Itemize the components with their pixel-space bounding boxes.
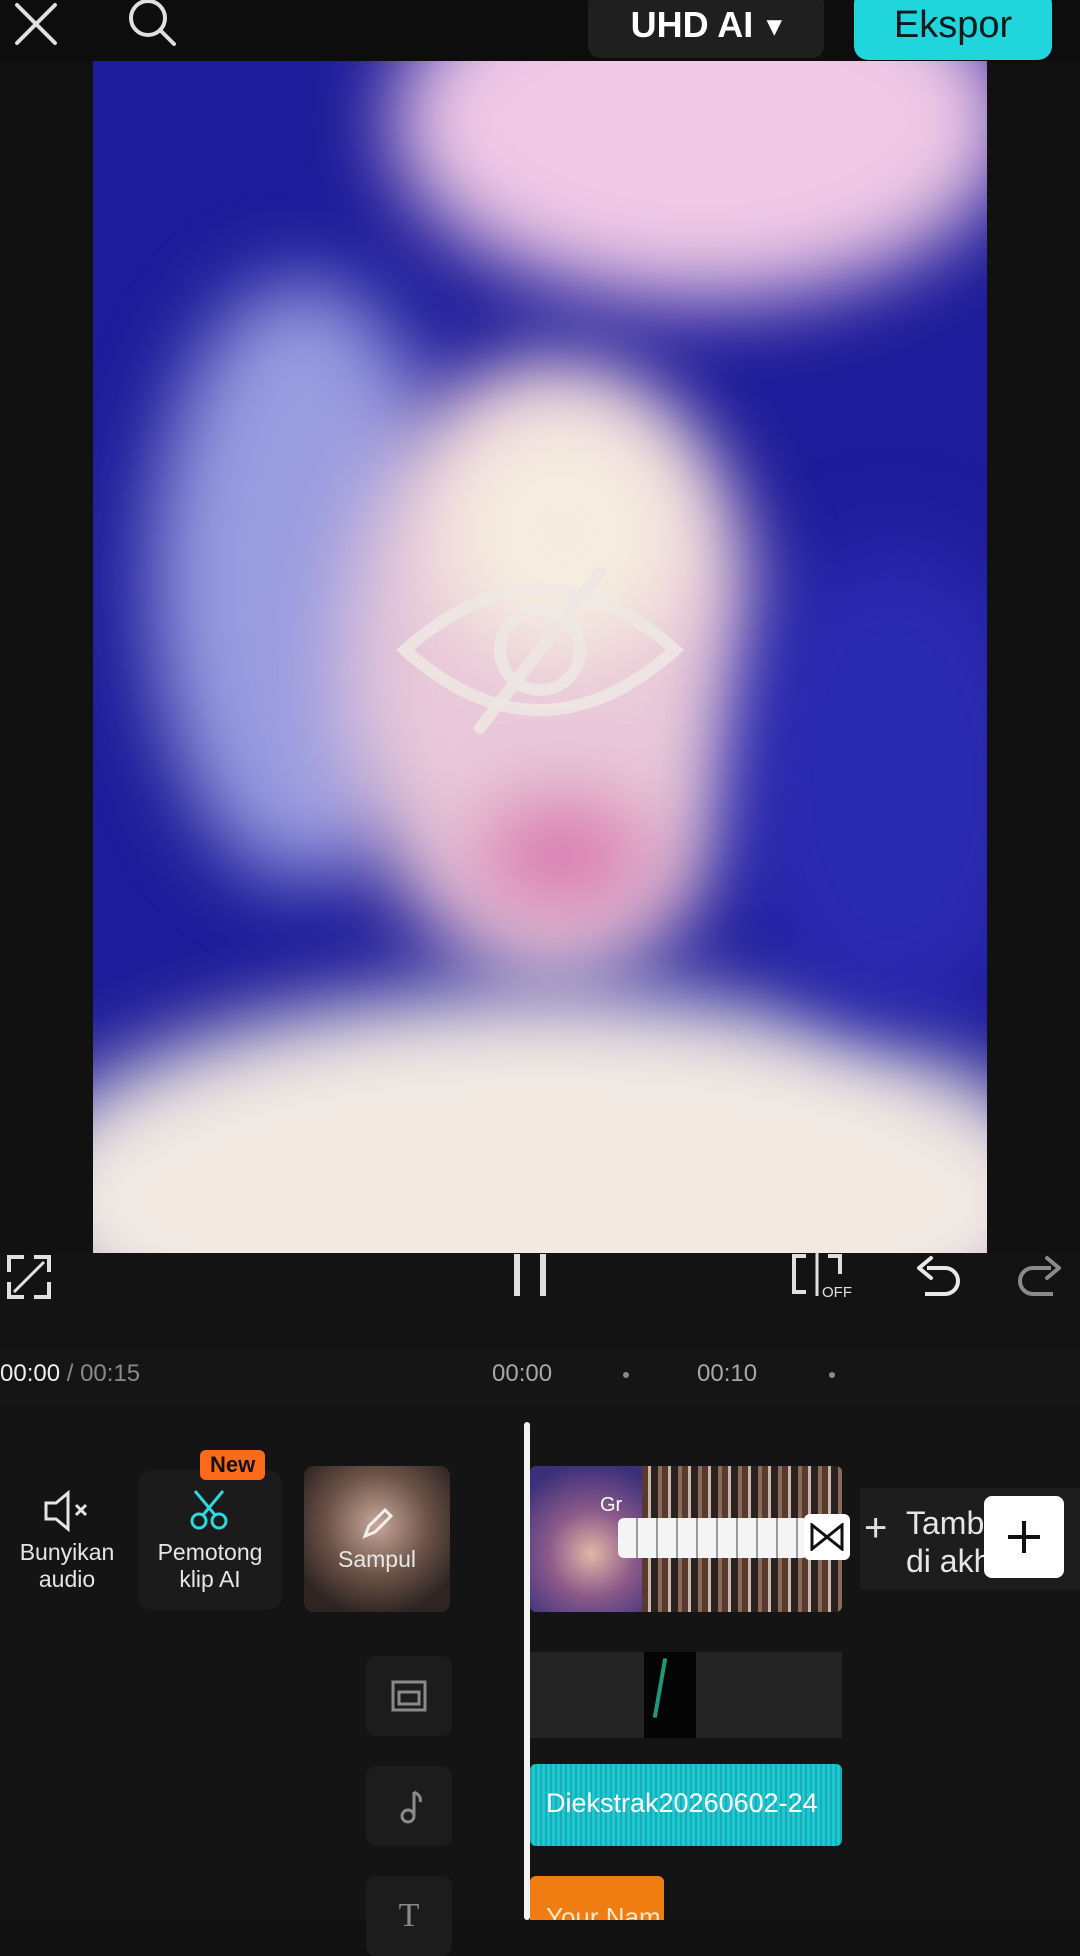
quality-label: UHD AI — [630, 4, 754, 45]
redo-icon — [1018, 1256, 1061, 1296]
music-note-icon — [400, 1790, 422, 1824]
pencil-icon — [362, 1507, 394, 1539]
quality-selector[interactable]: UHD AI ▾ — [588, 0, 824, 58]
cover-label: Sampul — [338, 1545, 416, 1572]
ruler-dot — [829, 1372, 835, 1378]
chevron-down-icon: ▾ — [767, 9, 782, 41]
new-badge: New — [200, 1450, 266, 1480]
pause-button[interactable] — [500, 1250, 560, 1300]
overlay-clip[interactable] — [644, 1652, 696, 1738]
mute-audio-label: Bunyikan audio — [19, 1539, 115, 1592]
close-button[interactable] — [6, 0, 66, 54]
current-time: 00:00 — [0, 1360, 61, 1387]
speaker-mute-icon — [44, 1489, 88, 1533]
pause-icon — [514, 1254, 546, 1296]
text-lane-button[interactable]: T — [366, 1876, 452, 1956]
preview-blur-bottom — [93, 991, 987, 1253]
ruler-tick-label: 00:10 — [697, 1360, 758, 1387]
text-clip[interactable]: Your Nam — [530, 1876, 664, 1920]
preview-blur-light — [393, 61, 987, 301]
fullscreen-button[interactable] — [4, 1252, 54, 1302]
audio-clip[interactable]: Diekstrak20260602-24 — [530, 1764, 842, 1846]
transition-icon — [810, 1523, 844, 1551]
add-media-button[interactable] — [984, 1496, 1064, 1578]
preview-blur-right — [733, 541, 987, 1021]
overlay-lane-icon — [391, 1680, 427, 1712]
transition-button[interactable] — [804, 1514, 850, 1560]
cover-button[interactable]: Sampul — [304, 1466, 450, 1612]
ruler-tick-label: 00:00 — [492, 1360, 553, 1387]
clip-trim-handles[interactable] — [618, 1518, 808, 1558]
ruler-dot — [623, 1372, 629, 1378]
video-clip[interactable]: Gr — [530, 1466, 842, 1612]
total-time: 00:15 — [80, 1360, 141, 1387]
close-icon — [15, 3, 57, 45]
search-icon — [129, 0, 176, 46]
export-label: Ekspor — [893, 3, 1013, 46]
ai-clip-cutter-label: Pemotong klip AI — [157, 1539, 263, 1592]
music-lane-button[interactable] — [366, 1766, 452, 1846]
playhead[interactable] — [524, 1422, 530, 1920]
undo-button[interactable] — [910, 1252, 966, 1302]
export-button[interactable]: Ekspor — [854, 0, 1052, 60]
text-lane-icon: T — [398, 1897, 420, 1934]
redo-button[interactable] — [1012, 1252, 1068, 1302]
overlay-lane-button[interactable] — [366, 1656, 452, 1736]
eye-off-icon — [395, 566, 685, 734]
fullscreen-icon — [7, 1255, 51, 1299]
clip-thumb-text: Gr — [600, 1494, 623, 1516]
plus-icon — [1008, 1521, 1040, 1553]
ai-clip-cutter-button[interactable]: Pemotong klip AI — [138, 1470, 282, 1610]
add-end-plus: + — [864, 1506, 888, 1550]
overlay-clip-line — [652, 1658, 668, 1718]
preview-blur-lips — [473, 801, 653, 911]
keyframe-toggle[interactable]: OFF — [782, 1250, 856, 1308]
time-display: 00:00 / 00:15 — [0, 1360, 140, 1388]
text-clip-label: Your Nam — [546, 1902, 661, 1920]
scissors-ai-icon — [190, 1490, 228, 1530]
mute-audio-button[interactable]: Bunyikan audio — [8, 1480, 126, 1602]
undo-icon — [917, 1256, 960, 1296]
search-button[interactable] — [120, 0, 184, 56]
audio-clip-label: Diekstrak20260602-24 — [546, 1788, 818, 1818]
keyframe-badge: OFF — [822, 1284, 852, 1301]
time-separator: / — [60, 1360, 81, 1387]
